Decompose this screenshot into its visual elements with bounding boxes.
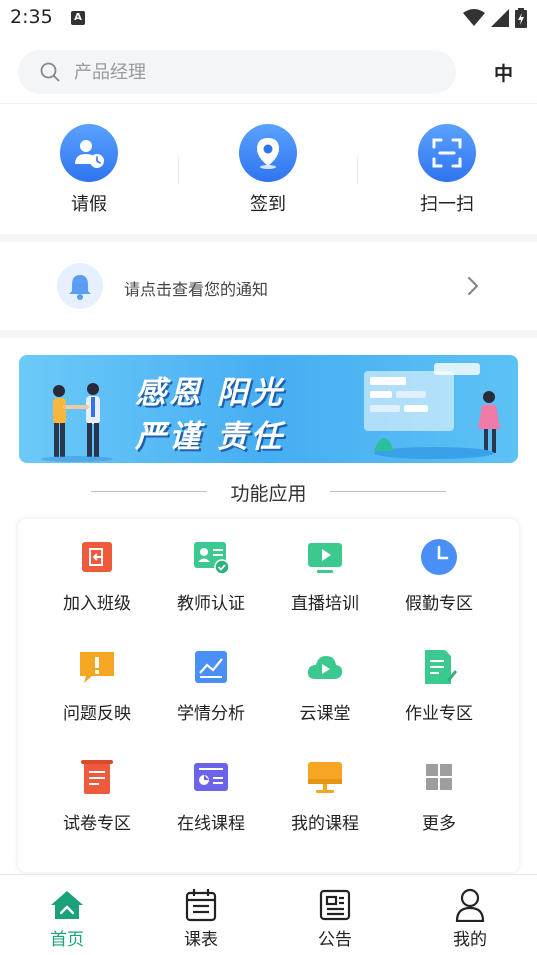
home-icon [49,887,85,923]
search-icon [40,62,60,82]
wifi-icon [463,9,485,26]
nav-label: 我的 [453,930,487,950]
notice-text: 请点击查看您的通知 [124,280,269,299]
handshake-illustration [41,383,113,462]
func-label: 问题反映 [63,704,131,724]
func-teacher-cert[interactable]: 教师认证 [154,537,268,614]
func-label: 试卷专区 [63,814,131,834]
scan-icon [418,124,476,182]
nav-schedule[interactable]: 课表 [161,887,241,950]
nav-label: 首页 [50,930,84,950]
banner-slogan-line2: 严谨 责任 [135,419,285,455]
section-title: 功能应用 [230,483,307,505]
location-pin-icon [239,124,297,182]
quick-action-label: 签到 [250,194,286,215]
func-online-course[interactable]: 在线课程 [154,757,268,834]
status-icons [463,8,527,28]
notice-row[interactable]: 请点击查看您的通知 [0,242,537,330]
divider [357,156,358,184]
join-class-icon [77,537,117,577]
quick-action-checkin[interactable]: 签到 [218,124,318,216]
nav-home[interactable]: 首页 [27,887,107,950]
status-time: 2:35 [10,6,53,28]
func-label: 作业专区 [405,704,473,724]
leave-icon [60,124,118,182]
func-label: 更多 [422,814,456,834]
function-grid: 加入班级 教师认证 直播培训 假勤专区 问题反映 学情分析 云课堂 作业专区 试… [18,519,519,872]
func-join-class[interactable]: 加入班级 [40,537,154,614]
online-class-illustration [364,363,500,459]
my-course-icon [305,757,345,797]
nav-profile[interactable]: 我的 [430,887,510,950]
calendar-icon [183,887,219,923]
homework-icon [419,647,459,687]
status-bar: 2:35 A [0,0,537,38]
teacher-cert-icon [191,537,231,577]
online-course-icon [191,757,231,797]
func-attendance[interactable]: 假勤专区 [382,537,496,614]
banner-slogan-line1: 感恩 阳光 [135,375,285,411]
more-grid-icon [419,757,459,797]
clock-icon [419,537,459,577]
func-label: 教师认证 [177,594,245,614]
notification-a-icon: A [71,11,85,25]
nav-announcement[interactable]: 公告 [295,887,375,950]
func-label: 加入班级 [63,594,131,614]
bottom-nav: 首页 课表 公告 我的 [0,874,537,955]
announcement-icon [317,887,353,923]
quick-action-scan[interactable]: 扫一扫 [397,124,497,216]
language-button[interactable]: 中 [494,59,513,86]
nav-label: 课表 [184,930,218,950]
section-gap [0,234,537,242]
func-more[interactable]: 更多 [382,757,496,834]
battery-icon [515,8,527,28]
feedback-icon [77,647,117,687]
func-analysis[interactable]: 学情分析 [154,647,268,724]
divider [0,103,537,104]
chevron-right-icon [467,276,479,296]
exam-paper-icon [77,757,117,797]
bell-icon [57,263,103,309]
search-bar[interactable] [18,50,456,94]
quick-action-label: 扫一扫 [420,194,474,215]
search-input[interactable] [74,50,434,94]
func-my-course[interactable]: 我的课程 [268,757,382,834]
func-live-training[interactable]: 直播培训 [268,537,382,614]
func-exam-paper[interactable]: 试卷专区 [40,757,154,834]
live-play-icon [305,537,345,577]
func-cloud-class[interactable]: 云课堂 [268,647,382,724]
divider [330,491,446,492]
quick-action-label: 请假 [71,194,107,215]
func-feedback[interactable]: 问题反映 [40,647,154,724]
func-label: 我的课程 [291,814,359,834]
nav-label: 公告 [318,930,352,950]
func-homework[interactable]: 作业专区 [382,647,496,724]
signal-icon [491,9,509,27]
profile-icon [452,887,488,923]
promo-banner[interactable]: 感恩 阳光 严谨 责任 [19,355,518,463]
analysis-chart-icon [191,647,231,687]
func-label: 假勤专区 [405,594,473,614]
func-label: 学情分析 [177,704,245,724]
divider [178,156,179,184]
section-gap [0,330,537,338]
cloud-play-icon [305,647,345,687]
func-label: 直播培训 [291,594,359,614]
func-label: 在线课程 [177,814,245,834]
func-label: 云课堂 [299,704,351,724]
quick-action-leave[interactable]: 请假 [39,124,139,216]
